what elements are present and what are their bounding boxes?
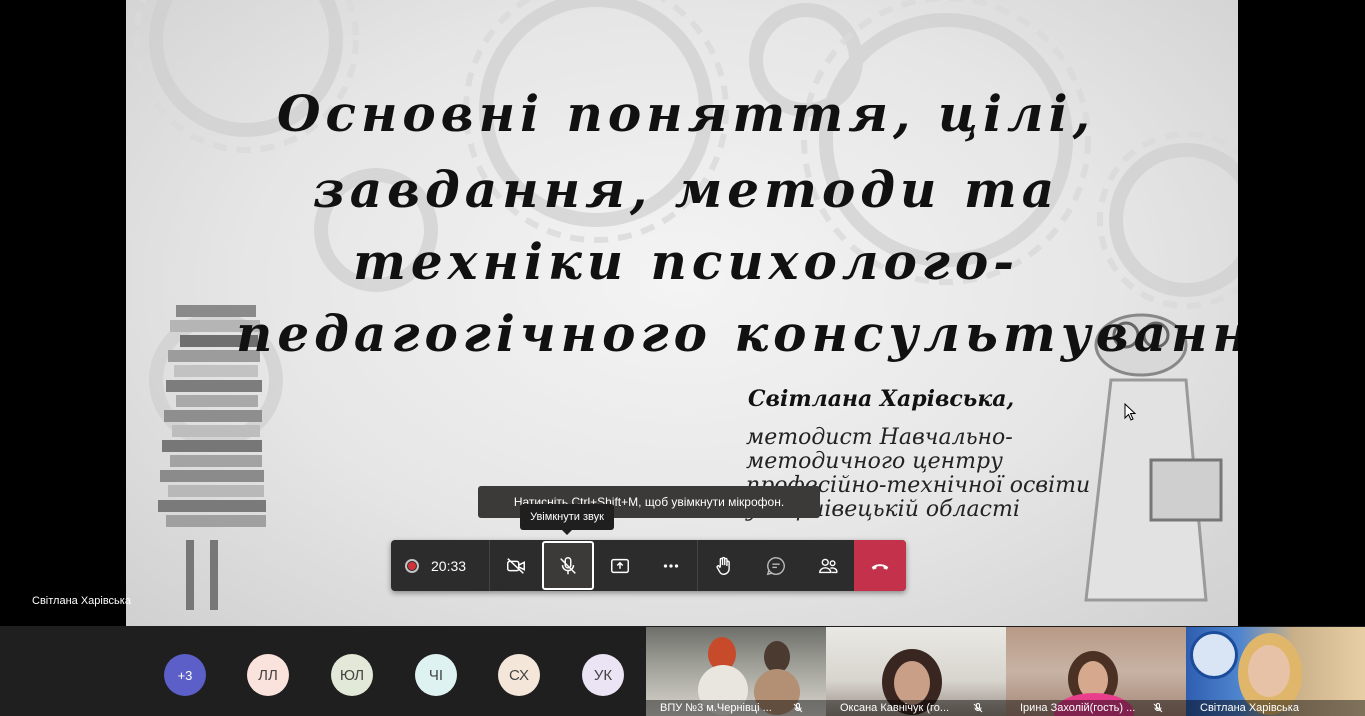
camera-button[interactable]: [490, 540, 542, 591]
mouse-cursor-icon: [1124, 403, 1136, 421]
more-participants-avatar[interactable]: +3: [164, 654, 206, 696]
participant-video-person: [1190, 631, 1238, 679]
mic-off-icon: [559, 556, 576, 574]
camera-off-icon: [506, 557, 525, 574]
participant-avatar[interactable]: ЧІ: [415, 654, 457, 696]
participant-video-tile[interactable]: Світлана Харівська: [1186, 627, 1365, 716]
participant-video-tile[interactable]: ВПУ №3 м.Чернівці ...: [646, 627, 826, 716]
slide-title-line: техніки психолого-: [352, 232, 1020, 291]
mic-off-icon: [793, 703, 803, 713]
presenter-name-label: Світлана Харівська: [32, 595, 131, 607]
more-icon: [664, 563, 679, 568]
participants-icon: [819, 558, 838, 573]
participant-video-tile[interactable]: Оксана Кавнічук (го...: [826, 627, 1006, 716]
share-button[interactable]: [594, 540, 646, 591]
mic-off-icon: [1153, 703, 1163, 713]
raise-hand-icon: [716, 556, 731, 575]
main-stage: Основні поняття, цілі, завдання, методи …: [0, 0, 1365, 626]
participant-avatar[interactable]: СХ: [498, 654, 540, 696]
chat-icon: [767, 556, 786, 575]
participant-video-person: [894, 661, 930, 705]
slide-author-name: Світлана Харівська,: [748, 386, 1015, 412]
more-actions-button[interactable]: [646, 540, 698, 591]
slide-author-role: методист Навчально-: [746, 425, 1013, 450]
slide-title-line: завдання, методи та: [312, 160, 1060, 219]
slide-author-role: методичного центру: [746, 449, 1003, 474]
hang-up-icon: [871, 563, 889, 570]
chat-button[interactable]: [750, 540, 802, 591]
hang-up-button[interactable]: [854, 540, 906, 591]
recording-timer: 20:33: [391, 540, 489, 591]
timer-text: 20:33: [431, 557, 467, 574]
participant-name-label: Світлана Харівська: [1186, 700, 1365, 716]
recording-icon: [405, 558, 419, 573]
participants-button[interactable]: [802, 540, 854, 591]
shared-slide: Основні поняття, цілі, завдання, методи …: [126, 0, 1238, 626]
raise-hand-button[interactable]: [698, 540, 750, 591]
unmute-tooltip: Увімкнути звук: [520, 504, 614, 535]
meeting-controls-bar: 20:33: [391, 540, 906, 591]
participant-video-person: [1248, 645, 1290, 697]
mic-off-icon: [973, 703, 983, 713]
participant-avatar[interactable]: ЛЛ: [247, 654, 289, 696]
participant-avatar[interactable]: ЮЛ: [331, 654, 373, 696]
unmute-tooltip-text: Увімкнути звук: [530, 511, 604, 523]
mic-button[interactable]: [541, 541, 594, 590]
participant-avatar[interactable]: УК: [582, 654, 624, 696]
slide-title-line: Основні поняття, цілі,: [276, 84, 1095, 143]
slide-title-line: педагогічного консультування: [236, 304, 1238, 363]
participant-video-tile[interactable]: Ірина Захолій(гость) ...: [1006, 627, 1186, 716]
share-tray-icon: [610, 558, 629, 573]
